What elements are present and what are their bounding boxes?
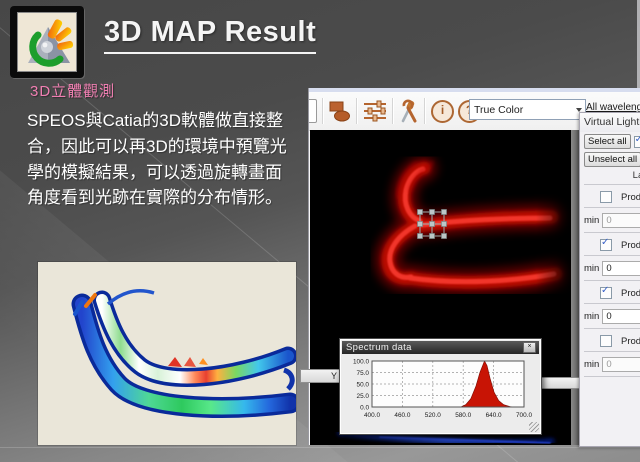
spectrum-window-title: Spectrum data: [342, 342, 523, 353]
product-checkbox-1[interactable]: [600, 191, 612, 203]
speos-app-window: i ? True Color All wavelengt: [308, 88, 640, 445]
speos-logo-icon: [17, 12, 77, 72]
resize-grip[interactable]: [529, 422, 539, 432]
panel-divider: [584, 207, 640, 208]
svg-text:75.0: 75.0: [357, 370, 370, 377]
panel-divider: [584, 280, 640, 281]
panel-divider: [584, 184, 640, 185]
svg-text:100.0: 100.0: [353, 358, 369, 365]
toolbar-separator: [356, 98, 358, 124]
virtual-lighting-panel: Virtual Lighting Select all Unselect all…: [579, 112, 640, 447]
axis-strip-left: Y: [300, 369, 341, 383]
spectrum-chart: 0.0 25.0 50.0 75.0 100.0 400.0 460.0 520.0 580.0…: [342, 356, 538, 435]
toolbar-separator: [322, 98, 324, 124]
svg-text:520.0: 520.0: [425, 412, 441, 419]
product-checkbox-4[interactable]: [600, 335, 612, 347]
color-mode-value: True Color: [470, 104, 572, 116]
axis-strip-right: [537, 377, 583, 389]
product-checkbox-3[interactable]: [600, 287, 612, 299]
panel-divider: [584, 232, 640, 233]
svg-text:0.0: 0.0: [360, 404, 369, 411]
product-label-3: Produ: [621, 288, 640, 299]
min-input-1[interactable]: 0: [602, 213, 640, 228]
spectrum-titlebar[interactable]: Spectrum data ×: [342, 341, 539, 354]
color-mode-dropdown[interactable]: True Color: [469, 99, 586, 120]
panel-divider: [584, 303, 640, 304]
select-all-checkbox[interactable]: [634, 136, 640, 148]
product-checkbox-2[interactable]: [600, 239, 612, 251]
svg-text:580.0: 580.0: [455, 412, 471, 419]
panel-divider: [584, 255, 640, 256]
viewport-scrollbar[interactable]: [571, 130, 579, 445]
select-all-button[interactable]: Select all: [584, 134, 631, 149]
svg-text:50.0: 50.0: [357, 381, 370, 388]
toolbar-separator: [392, 98, 394, 124]
layer-column-label: Lay: [618, 170, 640, 181]
panel-divider: [584, 328, 640, 329]
product-label-1: Produ: [621, 192, 640, 203]
panel-title: Virtual Lighting: [580, 113, 640, 132]
min-label-3: min: [584, 311, 599, 322]
min-input-3[interactable]: 0: [602, 309, 640, 324]
svg-text:640.0: 640.0: [486, 412, 502, 419]
slide-logo-frame: [10, 6, 84, 78]
product-label-4: Produ: [621, 336, 640, 347]
unselect-all-button[interactable]: Unselect all: [584, 152, 640, 167]
min-label-2: min: [584, 263, 599, 274]
min-label-4: min: [584, 359, 599, 370]
lightguide-falsecolor-image: [38, 262, 296, 445]
selection-grid-handles[interactable]: [418, 210, 447, 239]
panel-divider: [584, 376, 640, 377]
svg-text:25.0: 25.0: [357, 393, 370, 400]
product-label-2: Produ: [621, 240, 640, 251]
slide-tagline: 3D立體觀測: [30, 80, 115, 101]
background-bottom-highlight: [0, 447, 640, 448]
spectrum-data-window: Spectrum data × 0.0 25.0 50.0 75.0 100.0 400.…: [339, 338, 542, 435]
partial-toolbar-icon[interactable]: [309, 99, 317, 123]
slide: 3D MAP Result 3D立體觀測 SPEOS與Catia的3D軟體做直接…: [0, 0, 640, 462]
svg-text:460.0: 460.0: [394, 412, 410, 419]
slide-body-text: SPEOS與Catia的3D軟體做直接整合，因此可以再3D的環境中預覽光學的模擬…: [27, 108, 291, 211]
close-icon[interactable]: ×: [523, 342, 536, 353]
settings-sliders-icon[interactable]: [361, 98, 389, 124]
info-icon[interactable]: i: [431, 100, 454, 123]
display-shapes-icon[interactable]: [327, 98, 353, 124]
toolbar-separator: [424, 98, 426, 124]
svg-text:700.0: 700.0: [516, 412, 532, 419]
min-input-2[interactable]: 0: [602, 261, 640, 276]
page-title: 3D MAP Result: [104, 16, 316, 54]
min-input-4[interactable]: 0: [602, 357, 640, 372]
panel-divider: [584, 351, 640, 352]
min-label-1: min: [584, 215, 599, 226]
tools-icon[interactable]: [397, 98, 421, 124]
svg-text:400.0: 400.0: [364, 412, 380, 419]
